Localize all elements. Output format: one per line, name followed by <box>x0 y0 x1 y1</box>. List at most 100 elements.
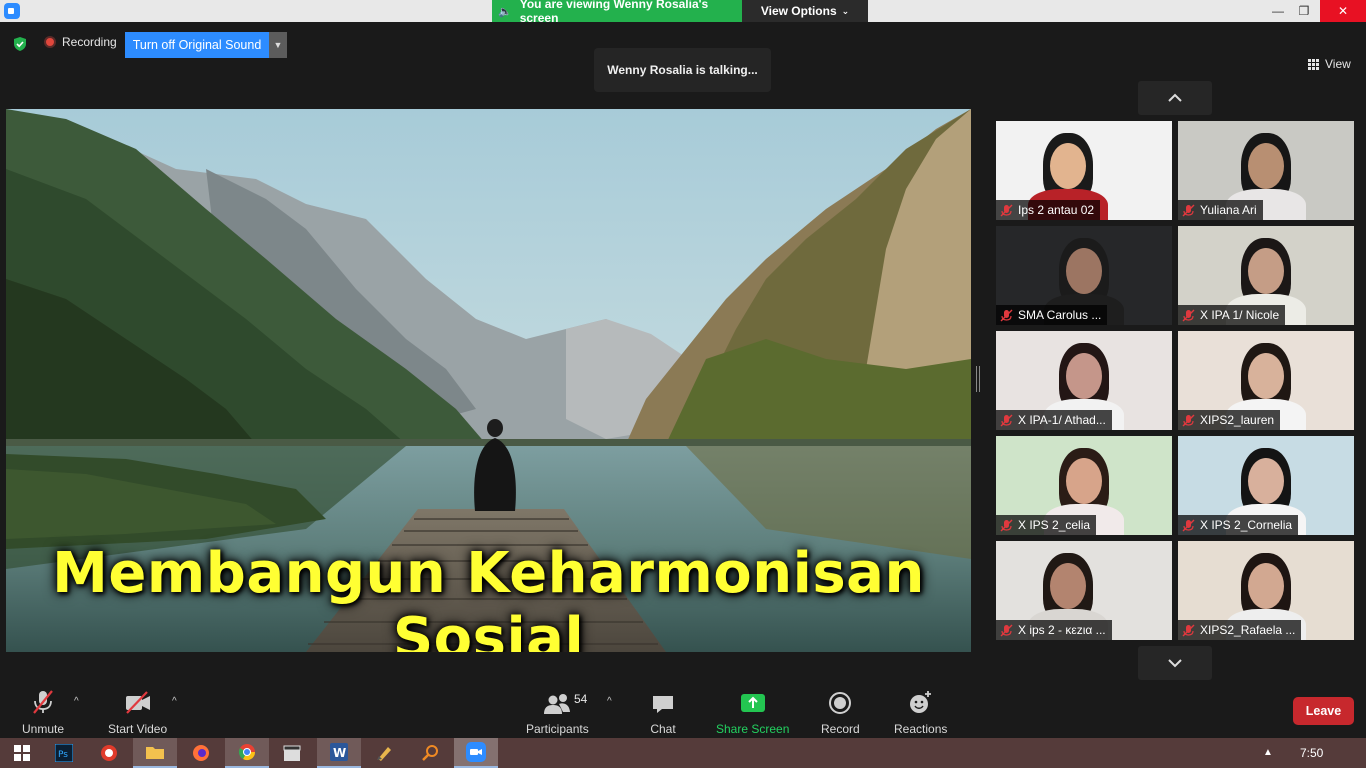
gallery-prev-button[interactable] <box>1138 81 1212 115</box>
slide-title: Membangun Keharmonisan Sosial <box>52 541 925 652</box>
video-options-caret[interactable]: ^ <box>172 696 177 707</box>
chat-button[interactable]: Chat <box>650 688 676 736</box>
viewing-banner: 🔈 You are viewing Wenny Rosalia's screen <box>492 0 742 25</box>
microphone-muted-icon <box>33 690 53 714</box>
mic-muted-icon <box>1182 519 1195 531</box>
taskbar-snagit[interactable] <box>87 738 131 768</box>
restore-button[interactable]: ❐ <box>1290 0 1318 22</box>
start-video-button[interactable]: Start Video <box>108 688 167 736</box>
taskbar-word[interactable]: W <box>317 738 361 768</box>
participant-tile[interactable]: X ips 2 - κεzια ... <box>996 541 1172 640</box>
close-window-button[interactable]: ✕ <box>1320 0 1366 22</box>
word-icon: W <box>330 743 348 761</box>
original-sound-dropdown[interactable]: ▼ <box>269 32 287 58</box>
recording-indicator[interactable]: Recording <box>44 35 117 49</box>
chat-label: Chat <box>650 722 676 736</box>
zoom-app-icon <box>4 3 20 19</box>
participant-name: X IPS 2_celia <box>1018 518 1091 532</box>
audio-options-caret[interactable]: ^ <box>74 696 79 707</box>
participant-name-tag: Yuliana Ari <box>1178 200 1263 220</box>
unmute-label: Unmute <box>22 722 65 736</box>
taskbar-clock[interactable]: 7:50 <box>1300 746 1323 760</box>
participant-name-tag: X IPA 1/ Nicole <box>1178 305 1286 325</box>
taskbar-search-app[interactable] <box>408 738 452 768</box>
participant-face <box>1050 563 1086 609</box>
talking-indicator: Wenny Rosalia is talking... <box>594 48 771 92</box>
participant-name: XIPS2_lauren <box>1200 413 1275 427</box>
svg-text:Ps: Ps <box>58 750 68 760</box>
unmute-button[interactable]: Unmute <box>22 688 64 736</box>
zoom-icon <box>466 742 486 762</box>
participant-name: X IPA 1/ Nicole <box>1200 308 1280 322</box>
participant-face <box>1248 248 1284 294</box>
participant-tile[interactable]: X IPS 2_celia <box>996 436 1172 535</box>
taskbar-video-editor[interactable] <box>270 738 314 768</box>
chat-icon <box>653 696 673 713</box>
chevron-up-icon <box>1168 93 1182 102</box>
taskbar-zoom[interactable] <box>454 738 498 768</box>
view-label: View <box>1325 57 1351 71</box>
mic-muted-icon <box>1182 309 1195 321</box>
shield-icon[interactable] <box>12 36 28 52</box>
mic-muted-icon <box>1000 414 1013 426</box>
participant-tile[interactable]: Yuliana Ari <box>1178 121 1354 220</box>
magnifier-icon <box>422 745 438 761</box>
original-sound-button[interactable]: Turn off Original Sound <box>125 32 269 58</box>
share-screen-icon <box>740 694 765 712</box>
participant-tile[interactable]: XIPS2_lauren <box>1178 331 1354 430</box>
participant-tile[interactable]: XIPS2_Rafaela ... <box>1178 541 1354 640</box>
participant-name: SMA Carolus ... <box>1018 308 1102 322</box>
participant-name: X ips 2 - κεzια ... <box>1018 623 1106 637</box>
view-options-label: View Options <box>760 4 837 18</box>
participant-name-tag: SMA Carolus ... <box>996 305 1108 325</box>
tray-expand-icon[interactable]: ▲ <box>1263 747 1273 758</box>
panel-resize-handle[interactable] <box>976 366 980 392</box>
participant-tile[interactable]: X IPS 2_Cornelia <box>1178 436 1354 535</box>
participant-name: X IPA-1/ Athad... <box>1018 413 1106 427</box>
participant-tile[interactable]: X IPA 1/ Nicole <box>1178 226 1354 325</box>
reactions-button[interactable]: Reactions <box>894 688 947 736</box>
participants-options-caret[interactable]: ^ <box>607 696 612 707</box>
mic-muted-icon <box>1182 624 1195 636</box>
taskbar-sketch-app[interactable] <box>362 738 406 768</box>
participant-name-tag: X IPA-1/ Athad... <box>996 410 1112 430</box>
view-layout-button[interactable]: View <box>1308 57 1351 71</box>
chrome-icon <box>238 744 256 761</box>
participant-tile[interactable]: SMA Carolus ... <box>996 226 1172 325</box>
windows-taskbar: Ps W ▲ 7:50 <box>0 738 1366 768</box>
mic-muted-icon <box>1182 204 1195 216</box>
speaker-icon: 🔈 <box>498 5 512 18</box>
record-label: Record <box>821 722 860 736</box>
chevron-down-icon <box>1168 659 1182 668</box>
minimize-button[interactable]: — <box>1264 0 1292 22</box>
meeting-topbar: Recording Turn off Original Sound ▼ Wenn… <box>0 22 1366 92</box>
window-titlebar: 🔈 You are viewing Wenny Rosalia's screen… <box>0 0 1366 25</box>
share-screen-label: Share Screen <box>716 722 790 736</box>
participant-name: Yuliana Ari <box>1200 203 1257 217</box>
participant-tile[interactable]: X IPA-1/ Athad... <box>996 331 1172 430</box>
participant-face <box>1248 563 1284 609</box>
shared-screen: Membangun Keharmonisan Sosial <box>6 109 971 652</box>
minimize-icon: — <box>1272 4 1284 18</box>
participant-face <box>1248 458 1284 504</box>
record-dot-icon <box>44 36 56 48</box>
participant-tile[interactable]: Ips 2 antau 02 <box>996 121 1172 220</box>
taskbar-photoshop[interactable]: Ps <box>42 738 86 768</box>
participant-face <box>1248 143 1284 189</box>
mic-muted-icon <box>1000 519 1013 531</box>
start-button[interactable] <box>0 738 44 768</box>
taskbar-firefox[interactable] <box>179 738 223 768</box>
participant-face <box>1066 353 1102 399</box>
taskbar-chrome[interactable] <box>225 738 269 768</box>
participant-name: X IPS 2_Cornelia <box>1200 518 1293 532</box>
record-icon <box>829 692 852 714</box>
share-screen-button[interactable]: Share Screen <box>716 688 789 736</box>
gallery-next-button[interactable] <box>1138 646 1212 680</box>
camera-off-icon <box>125 691 150 714</box>
leave-button[interactable]: Leave <box>1293 697 1354 725</box>
taskbar-file-explorer[interactable] <box>133 738 177 768</box>
participant-name-tag: X IPS 2_Cornelia <box>1178 515 1299 535</box>
record-button[interactable]: Record <box>821 688 860 736</box>
view-options-button[interactable]: View Options ⌄ <box>742 0 868 22</box>
recording-label: Recording <box>62 35 117 49</box>
